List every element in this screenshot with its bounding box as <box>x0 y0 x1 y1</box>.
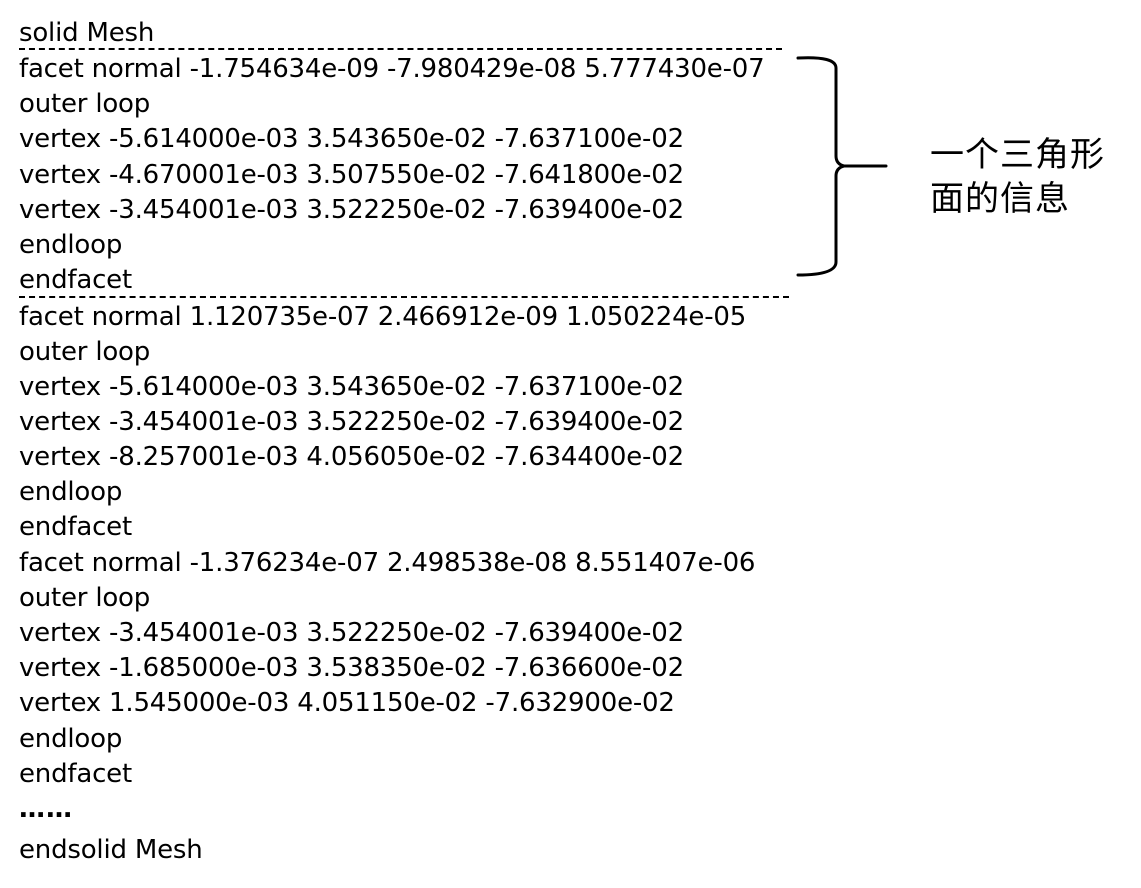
vertex-line: vertex -4.670001e-03 3.507550e-02 -7.641… <box>19 160 684 190</box>
triangle-face-annotation: 一个三角形 面的信息 <box>930 133 1130 221</box>
facet-normal-line: facet normal -1.376234e-07 2.498538e-08 … <box>19 548 756 578</box>
curly-brace-icon <box>796 56 888 277</box>
vertex-line: vertex -1.685000e-03 3.538350e-02 -7.636… <box>19 653 684 683</box>
vertex-line: vertex -3.454001e-03 3.522250e-02 -7.639… <box>19 618 684 648</box>
endloop-line: endloop <box>19 724 123 754</box>
endfacet-line: endfacet <box>19 759 132 789</box>
ellipsis-line: …… <box>19 794 73 824</box>
endloop-line: endloop <box>19 230 123 260</box>
endsolid-footer: endsolid Mesh <box>19 835 203 865</box>
endfacet-line: endfacet <box>19 512 132 542</box>
annotation-line-1: 一个三角形 <box>930 135 1105 175</box>
vertex-line: vertex 1.545000e-03 4.051150e-02 -7.6329… <box>19 688 675 718</box>
solid-header: solid Mesh <box>19 18 155 48</box>
outer-loop-line: outer loop <box>19 583 151 613</box>
vertex-line: vertex -3.454001e-03 3.522250e-02 -7.639… <box>19 195 684 225</box>
endfacet-line: endfacet <box>19 265 132 295</box>
dashed-divider-bottom <box>19 296 789 298</box>
vertex-line: vertex -5.614000e-03 3.543650e-02 -7.637… <box>19 372 684 402</box>
outer-loop-line: outer loop <box>19 89 151 119</box>
vertex-line: vertex -8.257001e-03 4.056050e-02 -7.634… <box>19 442 684 472</box>
dashed-divider-top <box>19 48 782 50</box>
vertex-line: vertex -5.614000e-03 3.543650e-02 -7.637… <box>19 124 684 154</box>
facet-normal-line: facet normal 1.120735e-07 2.466912e-09 1… <box>19 302 747 332</box>
annotation-line-2: 面的信息 <box>930 179 1070 219</box>
outer-loop-line: outer loop <box>19 337 151 367</box>
facet-normal-line: facet normal -1.754634e-09 -7.980429e-08… <box>19 54 765 84</box>
endloop-line: endloop <box>19 477 123 507</box>
vertex-line: vertex -3.454001e-03 3.522250e-02 -7.639… <box>19 407 684 437</box>
